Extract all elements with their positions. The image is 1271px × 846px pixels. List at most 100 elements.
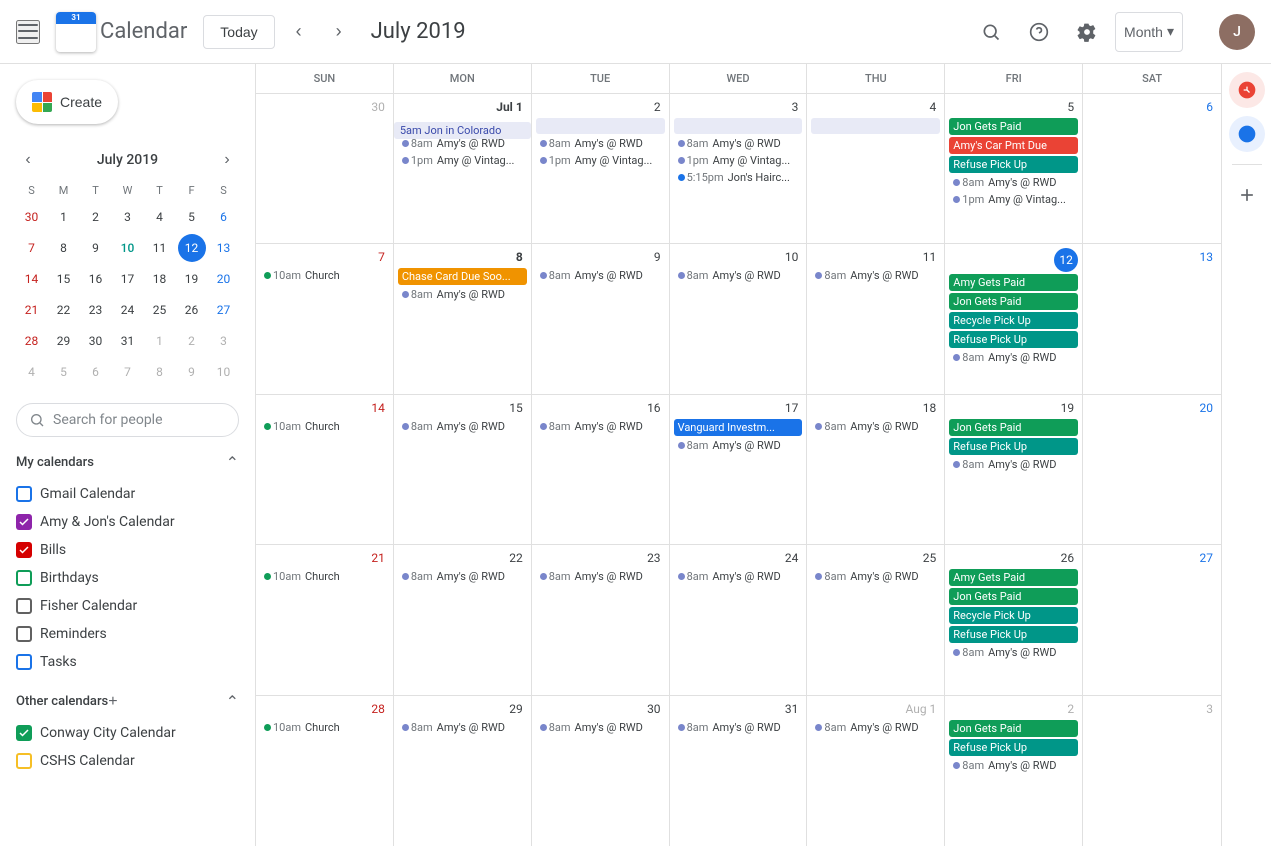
create-button[interactable]: Create [16,80,118,124]
event-amyrwd-jul31[interactable]: 8amAmy's @ RWD [674,720,803,735]
mini-day-2[interactable]: 2 [82,203,110,231]
event-chase-card[interactable]: Chase Card Due Soo... [398,268,527,285]
mini-day-31[interactable]: 31 [114,327,142,355]
mini-day-8[interactable]: 8 [50,234,78,262]
mini-day-14[interactable]: 14 [18,265,46,293]
cell-jul26[interactable]: 26 Amy Gets Paid Jon Gets Paid Recycle P… [945,545,1083,694]
mini-day-29[interactable]: 29 [50,327,78,355]
cell-jul24[interactable]: 24 8amAmy's @ RWD [670,545,808,694]
settings-button[interactable] [1067,12,1107,52]
mini-day-13[interactable]: 13 [210,234,238,262]
cell-jul11[interactable]: 11 8amAmy's @ RWD [807,244,945,393]
mini-day-4[interactable]: 4 [146,203,174,231]
mini-day-6-next[interactable]: 6 [82,358,110,386]
cell-jul19[interactable]: 19 Jon Gets Paid Refuse Pick Up 8amAmy's… [945,395,1083,544]
cell-aug3[interactable]: 3 [1083,696,1221,846]
cell-aug1[interactable]: Aug 1 8amAmy's @ RWD [807,696,945,846]
mini-day-17[interactable]: 17 [114,265,142,293]
search-button[interactable] [971,12,1011,52]
view-select-button[interactable]: Month ▾ [1115,12,1183,52]
cell-jul4[interactable]: 4 [807,94,945,243]
reminders-cal-checkbox[interactable] [16,626,32,642]
mini-day-3-next[interactable]: 3 [210,327,238,355]
mini-day-20[interactable]: 20 [210,265,238,293]
mini-day-25[interactable]: 25 [146,296,174,324]
event-refuse-12[interactable]: Refuse Pick Up [949,331,1078,348]
event-amyrwd-jul16[interactable]: 8amAmy's @ RWD [536,419,665,434]
mini-day-30-prev[interactable]: 30 [18,203,46,231]
cell-jul16[interactable]: 16 8amAmy's @ RWD [532,395,670,544]
event-amyrwd-jul8[interactable]: 8amAmy's @ RWD [398,287,527,302]
right-icon-add[interactable] [1229,177,1265,213]
mini-day-10[interactable]: 10 [114,234,142,262]
event-amyvintage-jul3[interactable]: 1pmAmy @ Vintag... [674,153,803,168]
cell-jul20[interactable]: 20 [1083,395,1221,544]
mini-day-9[interactable]: 9 [82,234,110,262]
mini-day-9-next[interactable]: 9 [178,358,206,386]
cell-jun30[interactable]: 30 [256,94,394,243]
event-amyrwd-jul17[interactable]: 8amAmy's @ RWD [674,438,803,453]
mini-day-23[interactable]: 23 [82,296,110,324]
cell-jul9[interactable]: 9 8amAmy's @ RWD [532,244,670,393]
event-amyrwd-jul22[interactable]: 8amAmy's @ RWD [398,569,527,584]
event-refuse-pickup-5[interactable]: Refuse Pick Up [949,156,1078,173]
today-button[interactable]: Today [203,15,274,49]
cell-jul2[interactable]: 2 8amAmy's @ RWD 1pmAmy @ Vintag... [532,94,670,243]
mini-cal-prev[interactable]: ‹ [16,148,40,172]
mini-day-8-next[interactable]: 8 [146,358,174,386]
cell-jul25[interactable]: 25 8amAmy's @ RWD [807,545,945,694]
tasks-cal-checkbox[interactable] [16,654,32,670]
event-amyrwd-jul25[interactable]: 8amAmy's @ RWD [811,569,940,584]
event-amyrwd-jul23[interactable]: 8amAmy's @ RWD [536,569,665,584]
cal-item-tasks[interactable]: Tasks [0,648,255,676]
event-amyvintage-jul5[interactable]: 1pmAmy @ Vintag... [949,192,1078,207]
mini-day-5[interactable]: 5 [178,203,206,231]
event-amyrwd-jul11[interactable]: 8amAmy's @ RWD [811,268,940,283]
cell-jul10[interactable]: 10 8amAmy's @ RWD [670,244,808,393]
event-recycle-12[interactable]: Recycle Pick Up [949,312,1078,329]
event-church-21[interactable]: 10amChurch [260,569,389,584]
mini-day-26[interactable]: 26 [178,296,206,324]
cell-jul29[interactable]: 29 8amAmy's @ RWD [394,696,532,846]
event-amyrwd-jul19[interactable]: 8amAmy's @ RWD [949,457,1078,472]
cal-item-amyjon[interactable]: Amy & Jon's Calendar [0,508,255,536]
my-calendars-header[interactable]: My calendars ⌃ [0,445,255,480]
cell-aug2[interactable]: 2 Jon Gets Paid Refuse Pick Up 8amAmy's … [945,696,1083,846]
mini-day-21[interactable]: 21 [18,296,46,324]
cell-jul28[interactable]: 28 10amChurch [256,696,394,846]
event-recycle-26[interactable]: Recycle Pick Up [949,607,1078,624]
mini-day-10-next[interactable]: 10 [210,358,238,386]
event-jon-gets-paid-26[interactable]: Jon Gets Paid [949,588,1078,605]
event-jon-gets-paid-19[interactable]: Jon Gets Paid [949,419,1078,436]
mini-day-2-next[interactable]: 2 [178,327,206,355]
cal-item-fisher[interactable]: Fisher Calendar [0,592,255,620]
cal-item-cshs[interactable]: CSHS Calendar [0,747,255,775]
gmail-cal-checkbox[interactable] [16,486,32,502]
cell-jul12[interactable]: 12 Amy Gets Paid Jon Gets Paid Recycle P… [945,244,1083,393]
mini-day-18[interactable]: 18 [146,265,174,293]
event-jon-colorado-cont3[interactable] [811,118,940,134]
mini-day-15[interactable]: 15 [50,265,78,293]
event-amyrwd-jul3[interactable]: 8amAmy's @ RWD [674,136,803,151]
cell-jul8[interactable]: 8 Chase Card Due Soo... 8amAmy's @ RWD [394,244,532,393]
right-icon-1[interactable] [1229,72,1265,108]
cell-jul17[interactable]: 17 Vanguard Investm... 8amAmy's @ RWD [670,395,808,544]
cell-jul27[interactable]: 27 [1083,545,1221,694]
event-church-28[interactable]: 10amChurch [260,720,389,735]
cell-jul31[interactable]: 31 8amAmy's @ RWD [670,696,808,846]
menu-button[interactable] [16,20,40,44]
cal-item-conway[interactable]: Conway City Calendar [0,719,255,747]
mini-day-4-next[interactable]: 4 [18,358,46,386]
mini-day-11[interactable]: 11 [146,234,174,262]
event-amyrwd-jul12[interactable]: 8amAmy's @ RWD [949,350,1078,365]
user-avatar[interactable]: J [1219,14,1255,50]
event-vanguard[interactable]: Vanguard Investm... [674,419,803,436]
event-amyrwd-jul2[interactable]: 8amAmy's @ RWD [536,136,665,151]
event-amys-car-pmt[interactable]: Amy's Car Pmt Due [949,137,1078,154]
birthdays-cal-checkbox[interactable] [16,570,32,586]
cell-jul3[interactable]: 3 8amAmy's @ RWD 1pmAmy @ Vintag... 5:15… [670,94,808,243]
mini-day-3[interactable]: 3 [114,203,142,231]
event-jonhair-jul3[interactable]: 5:15pmJon's Hairc... [674,170,803,185]
event-jon-colorado-cont[interactable] [536,118,665,134]
event-amyrwd-jul24[interactable]: 8amAmy's @ RWD [674,569,803,584]
